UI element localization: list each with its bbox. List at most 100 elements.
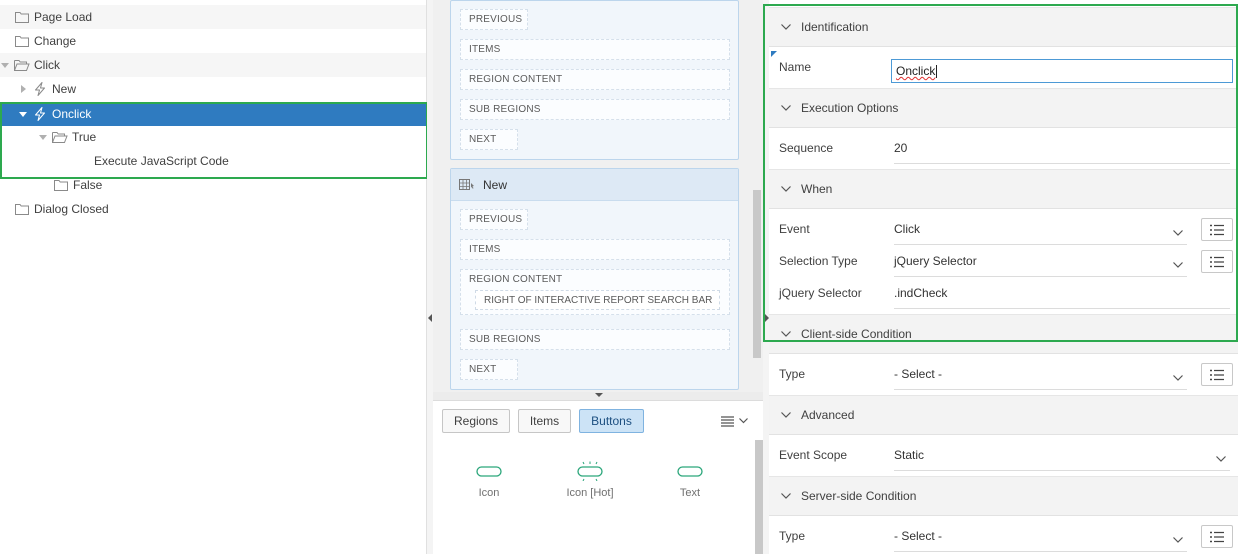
tree-node-label: Change: [34, 34, 77, 48]
pane-splitter-horizontal[interactable]: [433, 392, 763, 400]
tab-items[interactable]: Items: [518, 409, 571, 433]
tree-node-execute-javascript[interactable]: Execute JavaScript Code: [0, 149, 426, 173]
sequence-field[interactable]: 20: [894, 132, 1230, 164]
chevron-down-icon: [781, 491, 791, 501]
gallery-items: Icon Icon [Hot] Text: [433, 441, 763, 554]
folder-open-icon: [14, 58, 30, 72]
tree-node-true[interactable]: True: [0, 125, 426, 149]
tree-node-false[interactable]: False: [0, 173, 426, 197]
tab-buttons[interactable]: Buttons: [579, 409, 644, 433]
server-type-value: - Select -: [894, 528, 943, 543]
collapse-toggle-icon[interactable]: [18, 84, 28, 94]
prop-row-event-scope: Event Scope Static: [769, 439, 1238, 471]
group-title: Advanced: [801, 408, 855, 422]
group-identification[interactable]: Identification: [769, 7, 1238, 47]
tree-node-label: Execute JavaScript Code: [94, 154, 229, 168]
slot-sub-regions[interactable]: SUB REGIONS: [460, 99, 730, 120]
chevron-down-icon: [1173, 225, 1183, 239]
group-execution-options[interactable]: Execution Options: [769, 88, 1238, 128]
selection-type-label: Selection Type: [779, 254, 858, 268]
client-type-list-button[interactable]: [1201, 363, 1233, 386]
region-title: New: [483, 177, 508, 192]
list-icon: [1210, 256, 1224, 267]
group-client-side-condition[interactable]: Client-side Condition: [769, 314, 1238, 354]
chevron-down-icon: [781, 22, 791, 32]
group-title: Execution Options: [801, 101, 899, 115]
gallery-item-icon[interactable]: Icon: [444, 461, 534, 499]
interactive-report-icon: [459, 178, 475, 191]
chevron-down-icon: [781, 184, 791, 194]
event-scope-select[interactable]: Static: [894, 439, 1230, 471]
server-type-select[interactable]: - Select -: [894, 520, 1187, 552]
tree-node-page-load[interactable]: Page Load: [0, 5, 426, 29]
tree-node-dialog-closed[interactable]: Dialog Closed: [0, 197, 426, 221]
collapse-left-arrow-icon[interactable]: [428, 314, 432, 322]
folder-icon: [14, 34, 30, 48]
client-type-label: Type: [779, 367, 806, 381]
folder-icon: [14, 202, 30, 216]
selection-type-select[interactable]: jQuery Selector: [894, 245, 1187, 277]
prop-row-jquery-selector: jQuery Selector .indCheck: [769, 277, 1238, 309]
slot-region-content[interactable]: REGION CONTENT: [460, 69, 730, 90]
list-icon: [1210, 369, 1224, 380]
chevron-down-icon: [1173, 370, 1183, 384]
tree-node-click[interactable]: Click: [0, 53, 426, 77]
client-type-select[interactable]: - Select -: [894, 358, 1187, 390]
slot-next[interactable]: NEXT: [460, 359, 518, 380]
tab-regions[interactable]: Regions: [442, 409, 510, 433]
region-header[interactable]: New: [451, 169, 738, 201]
slot-sub-regions[interactable]: SUB REGIONS: [460, 329, 730, 350]
folder-open-icon: [52, 130, 68, 144]
server-type-label: Type: [779, 529, 806, 543]
selection-type-list-button[interactable]: [1201, 250, 1233, 273]
collapse-down-arrow-icon[interactable]: [595, 393, 603, 397]
changed-marker-icon: [771, 51, 777, 57]
server-type-list-button[interactable]: [1201, 525, 1233, 548]
tree-node-label: New: [52, 82, 77, 96]
gallery-menu-button[interactable]: [718, 413, 750, 429]
layout-scrollbar[interactable]: [753, 190, 761, 358]
expand-toggle-icon[interactable]: [0, 60, 10, 70]
jquery-selector-field[interactable]: .indCheck: [894, 277, 1230, 309]
gallery-item-label: Icon [Hot]: [566, 487, 614, 499]
slot-items[interactable]: ITEMS: [460, 239, 730, 260]
chevron-down-icon: [1173, 532, 1183, 546]
event-select[interactable]: Click: [894, 213, 1187, 245]
group-advanced[interactable]: Advanced: [769, 395, 1238, 435]
gallery-scrollbar[interactable]: [755, 440, 763, 554]
selection-type-value: jQuery Selector: [894, 253, 977, 268]
lightning-icon: [32, 107, 48, 121]
expand-toggle-icon[interactable]: [38, 132, 48, 142]
tree-node-label: Page Load: [34, 10, 93, 24]
region-new[interactable]: New PREVIOUS ITEMS REGION CONTENT RIGHT …: [450, 168, 739, 390]
tree-node-onclick[interactable]: Onclick: [0, 102, 426, 126]
gallery-item-icon-hot[interactable]: Icon [Hot]: [545, 461, 635, 499]
event-list-button[interactable]: [1201, 218, 1233, 241]
client-type-value: - Select -: [894, 366, 943, 381]
slot-items[interactable]: ITEMS: [460, 39, 730, 60]
gallery-item-text[interactable]: Text: [645, 461, 735, 499]
component-gallery: Regions Items Buttons Icon Icon [Hot] Te…: [433, 400, 763, 554]
tree-node-label: True: [72, 130, 97, 144]
prop-row-name: Name Onclick: [769, 51, 1238, 83]
tree-node-label: False: [73, 178, 103, 192]
button-text-icon: [677, 466, 703, 477]
chevron-down-icon: [1173, 257, 1183, 271]
name-value: Onclick: [896, 64, 936, 78]
chevron-down-icon: [781, 329, 791, 339]
slot-right-of-search-bar[interactable]: RIGHT OF INTERACTIVE REPORT SEARCH BAR: [475, 290, 720, 310]
region-previous[interactable]: PREVIOUS ITEMS REGION CONTENT SUB REGION…: [450, 0, 739, 160]
list-icon: [1210, 224, 1224, 235]
layout-pane: PREVIOUS ITEMS REGION CONTENT SUB REGION…: [433, 0, 763, 554]
slot-next[interactable]: NEXT: [460, 129, 518, 150]
group-server-side-condition[interactable]: Server-side Condition: [769, 476, 1238, 516]
tree-node-change[interactable]: Change: [0, 29, 426, 53]
name-field[interactable]: Onclick: [891, 59, 1233, 83]
slot-previous[interactable]: PREVIOUS: [460, 9, 528, 30]
slot-previous[interactable]: PREVIOUS: [460, 209, 528, 230]
prop-row-event: Event Click: [769, 213, 1238, 245]
expand-toggle-icon[interactable]: [18, 109, 28, 119]
group-when[interactable]: When: [769, 169, 1238, 209]
folder-icon: [14, 10, 30, 24]
tree-node-new[interactable]: New: [0, 77, 426, 101]
